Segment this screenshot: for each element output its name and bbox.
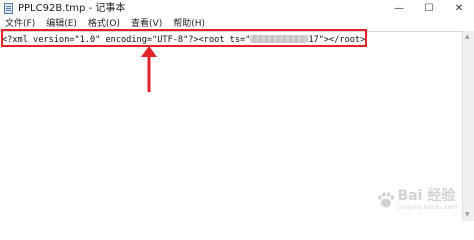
- redacted-value: [250, 35, 309, 43]
- vertical-scrollbar[interactable]: ▲ ▼: [462, 31, 474, 221]
- red-arrow-icon: [141, 46, 157, 92]
- xml-content-line[interactable]: <?xml version="1.0" encoding="UTF-8"?><r…: [2, 34, 365, 46]
- menu-edit[interactable]: 编辑(E): [42, 17, 81, 31]
- watermark-logo: Bai 经验 jingyan.baidu.com: [398, 188, 458, 211]
- menu-bar: 文件(F) 编辑(E) 格式(O) 查看(V) 帮助(H): [0, 17, 474, 31]
- notepad-icon: [4, 3, 13, 14]
- menu-file[interactable]: 文件(F): [1, 17, 39, 31]
- window-title: PPLC92B.tmp - 记事本: [18, 3, 126, 14]
- paw-logo-icon: [377, 191, 394, 207]
- menu-format[interactable]: 格式(O): [84, 17, 124, 31]
- watermark-text: Bai 经验: [397, 188, 456, 204]
- menu-view[interactable]: 查看(V): [127, 17, 166, 31]
- close-button[interactable]: ✕: [444, 0, 474, 17]
- maximize-button[interactable]: ☐: [414, 0, 444, 17]
- scroll-up-icon[interactable]: ▲: [465, 33, 470, 41]
- scroll-down-icon[interactable]: ▼: [465, 211, 470, 219]
- watermark-subtext: jingyan.baidu.com: [397, 204, 458, 211]
- notepad-window: PPLC92B.tmp - 记事本 — ☐ ✕ 文件(F) 编辑(E) 格式(O…: [0, 0, 474, 221]
- title-bar[interactable]: PPLC92B.tmp - 记事本 — ☐ ✕: [0, 0, 474, 17]
- window-controls: — ☐ ✕: [384, 0, 474, 17]
- xml-text-prefix: <?xml version="1.0" encoding="UTF-8"?><r…: [2, 35, 251, 45]
- minimize-button[interactable]: —: [384, 0, 414, 17]
- watermark: Bai 经验 jingyan.baidu.com: [377, 188, 458, 211]
- menu-help[interactable]: 帮助(H): [169, 17, 209, 31]
- xml-text-suffix: 17"></root>: [308, 35, 366, 45]
